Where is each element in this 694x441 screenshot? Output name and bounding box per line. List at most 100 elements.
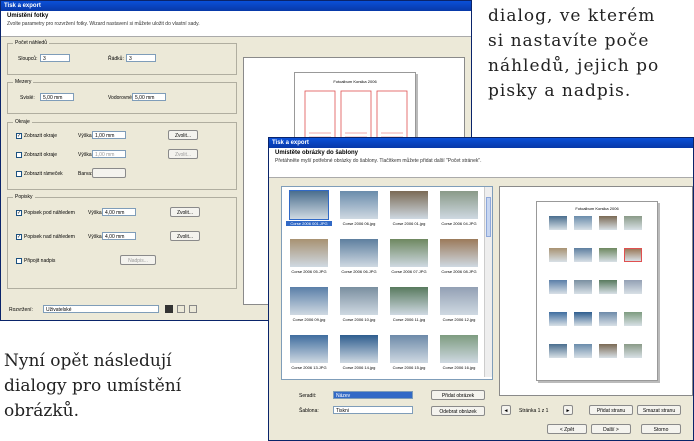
placed-photo[interactable]	[599, 280, 617, 294]
thumbnail-caption: Corse 2006 07.JPG	[391, 269, 427, 274]
thumbnail-image[interactable]	[440, 287, 478, 315]
scrollbar-thumb[interactable]	[486, 197, 491, 237]
header-subtitle: Zvolte parametry pro rozvržení fotky. Wi…	[7, 21, 200, 27]
placed-photo[interactable]	[574, 216, 592, 230]
sort-label: Seradit:	[299, 393, 317, 399]
thumbnail-image[interactable]	[440, 335, 478, 363]
placement-preview: Fotoalbum Korsika 2006	[499, 186, 693, 396]
placed-photo[interactable]	[549, 344, 567, 358]
thumbnail-image[interactable]	[390, 239, 428, 267]
thumbnail-caption: Corse 2006 04.JPG	[441, 221, 477, 226]
placed-photo[interactable]	[624, 280, 642, 294]
placed-photo[interactable]	[599, 312, 617, 326]
back-button[interactable]: < Zpět	[547, 424, 587, 434]
placed-photo[interactable]	[599, 216, 617, 230]
caption-below-height-input[interactable]: 4,00 mm	[102, 208, 136, 216]
cancel-button[interactable]: Storno	[641, 424, 681, 434]
article-text-line: náhledů, jejich po	[488, 56, 660, 76]
thumbnail-image[interactable]	[340, 335, 378, 363]
group-borders: Okraje ✓ Zobrazit okraje Výška: 1,00 mm …	[7, 119, 237, 190]
dialog-title: Tisk a export	[1, 1, 471, 11]
thumbnail-caption: Corse 2006 15.jpg	[392, 365, 426, 370]
checkbox-title[interactable]	[16, 258, 22, 264]
placed-photo[interactable]	[549, 248, 567, 262]
template-select[interactable]: Tiskni	[333, 406, 413, 414]
article-text-line: pisky a nadpis.	[488, 81, 632, 101]
preview-cell	[340, 90, 372, 142]
caption-above-font-button[interactable]: Zvolit...	[170, 231, 200, 241]
delete-page-button[interactable]: Smazat stranu	[637, 405, 681, 415]
preview-cell	[304, 90, 336, 142]
vertical-spacing-input[interactable]: 5,00 mm	[40, 93, 74, 101]
horizontal-spacing-input[interactable]: 5,00 mm	[132, 93, 166, 101]
thumbnail-caption: Corse 2006 12.jpg	[442, 317, 476, 322]
save-icon[interactable]	[165, 305, 173, 313]
thumbnail-image[interactable]	[340, 191, 378, 219]
checkbox-caption-below[interactable]: ✓	[16, 210, 22, 216]
placed-photo[interactable]	[624, 248, 642, 262]
color-button[interactable]	[92, 168, 126, 178]
add-image-button[interactable]: Přidat obrázek	[431, 390, 485, 400]
thumbnail-image[interactable]	[390, 335, 428, 363]
checkbox-show-frame[interactable]	[16, 171, 22, 177]
placed-photo[interactable]	[574, 344, 592, 358]
placed-photo[interactable]	[599, 248, 617, 262]
placed-photo[interactable]	[624, 312, 642, 326]
columns-label: Sloupců:	[18, 56, 38, 62]
placed-photo[interactable]	[624, 216, 642, 230]
checkbox-show-borders-2[interactable]	[16, 152, 22, 158]
prev-page-button[interactable]: ◄	[501, 405, 511, 415]
placed-photo[interactable]	[599, 344, 617, 358]
thumbnail-image[interactable]	[390, 287, 428, 315]
choose-button-2[interactable]: Zvolit...	[168, 149, 198, 159]
thumbnail-image[interactable]	[290, 239, 328, 267]
placed-photo[interactable]	[574, 280, 592, 294]
remove-image-button[interactable]: Odebrat obrázek	[431, 406, 485, 416]
thumbnail-scrollbar[interactable]	[484, 187, 492, 377]
thumbnail-image[interactable]	[440, 239, 478, 267]
next-button[interactable]: Další >	[591, 424, 631, 434]
layout-preset-select[interactable]: Uživatelské	[43, 305, 159, 313]
header-subtitle: Přetáhněte myší potřebné obrázky do šabl…	[275, 158, 482, 164]
placed-photo[interactable]	[574, 248, 592, 262]
thumbnail-image[interactable]	[340, 287, 378, 315]
thumbnail-image[interactable]	[340, 239, 378, 267]
next-page-button[interactable]: ►	[563, 405, 573, 415]
rows-input[interactable]: 3	[126, 54, 156, 62]
article-text-line: dialog, ve kterém	[488, 6, 656, 26]
group-captions: Popisky ✓ Popisek pod náhledem Výška: 4,…	[7, 194, 237, 289]
delete-icon[interactable]	[177, 305, 185, 313]
thumbnail-image[interactable]	[290, 287, 328, 315]
checkbox-show-borders[interactable]: ✓	[16, 133, 22, 139]
placed-photo[interactable]	[549, 280, 567, 294]
caption-below-font-button[interactable]: Zvolit...	[170, 207, 200, 217]
title-button[interactable]: Nadpis...	[120, 255, 156, 265]
placed-photo[interactable]	[574, 312, 592, 326]
thumbnail-caption: Corse 2006 11.jpg	[392, 317, 426, 322]
checkbox-caption-above[interactable]: ✓	[16, 234, 22, 240]
caption-above-height-input[interactable]: 4,00 mm	[102, 232, 136, 240]
help-icon[interactable]	[189, 305, 197, 313]
thumbnail-list[interactable]: Corse 2006 001.JPG Corse 2006 06.jpg Corse…	[281, 186, 493, 380]
article-text-line: si nastavíte poče	[488, 31, 650, 51]
add-page-button[interactable]: Přidat stranu	[589, 405, 633, 415]
choose-button[interactable]: Zvolit...	[168, 130, 198, 140]
border-height-input-2[interactable]: 1,00 mm	[92, 150, 126, 158]
layout-preset-label: Rozvržení:	[9, 307, 33, 313]
thumbnail-image[interactable]	[290, 335, 328, 363]
thumbnail-image[interactable]	[289, 190, 329, 220]
thumbnail-caption: Corse 2006 06.jpg	[342, 221, 376, 226]
group-spacing: Mezery Svislé: 5,00 mm Vodorovné: 5,00 m…	[7, 79, 237, 114]
sort-select[interactable]: Název	[333, 391, 413, 399]
article-text-line: dialogy pro umístění	[4, 376, 182, 396]
border-height-input[interactable]: 1,00 mm	[92, 131, 126, 139]
thumbnail-image[interactable]	[440, 191, 478, 219]
article-text-line: obrázků.	[4, 401, 79, 421]
placement-dialog: Tisk a export Umístěte obrázky do šablon…	[268, 137, 694, 441]
columns-input[interactable]: 3	[40, 54, 70, 62]
thumbnail-caption: Corse 2006 10.jpg	[342, 317, 376, 322]
placed-photo[interactable]	[624, 344, 642, 358]
placed-photo[interactable]	[549, 312, 567, 326]
placed-photo[interactable]	[549, 216, 567, 230]
thumbnail-image[interactable]	[390, 191, 428, 219]
